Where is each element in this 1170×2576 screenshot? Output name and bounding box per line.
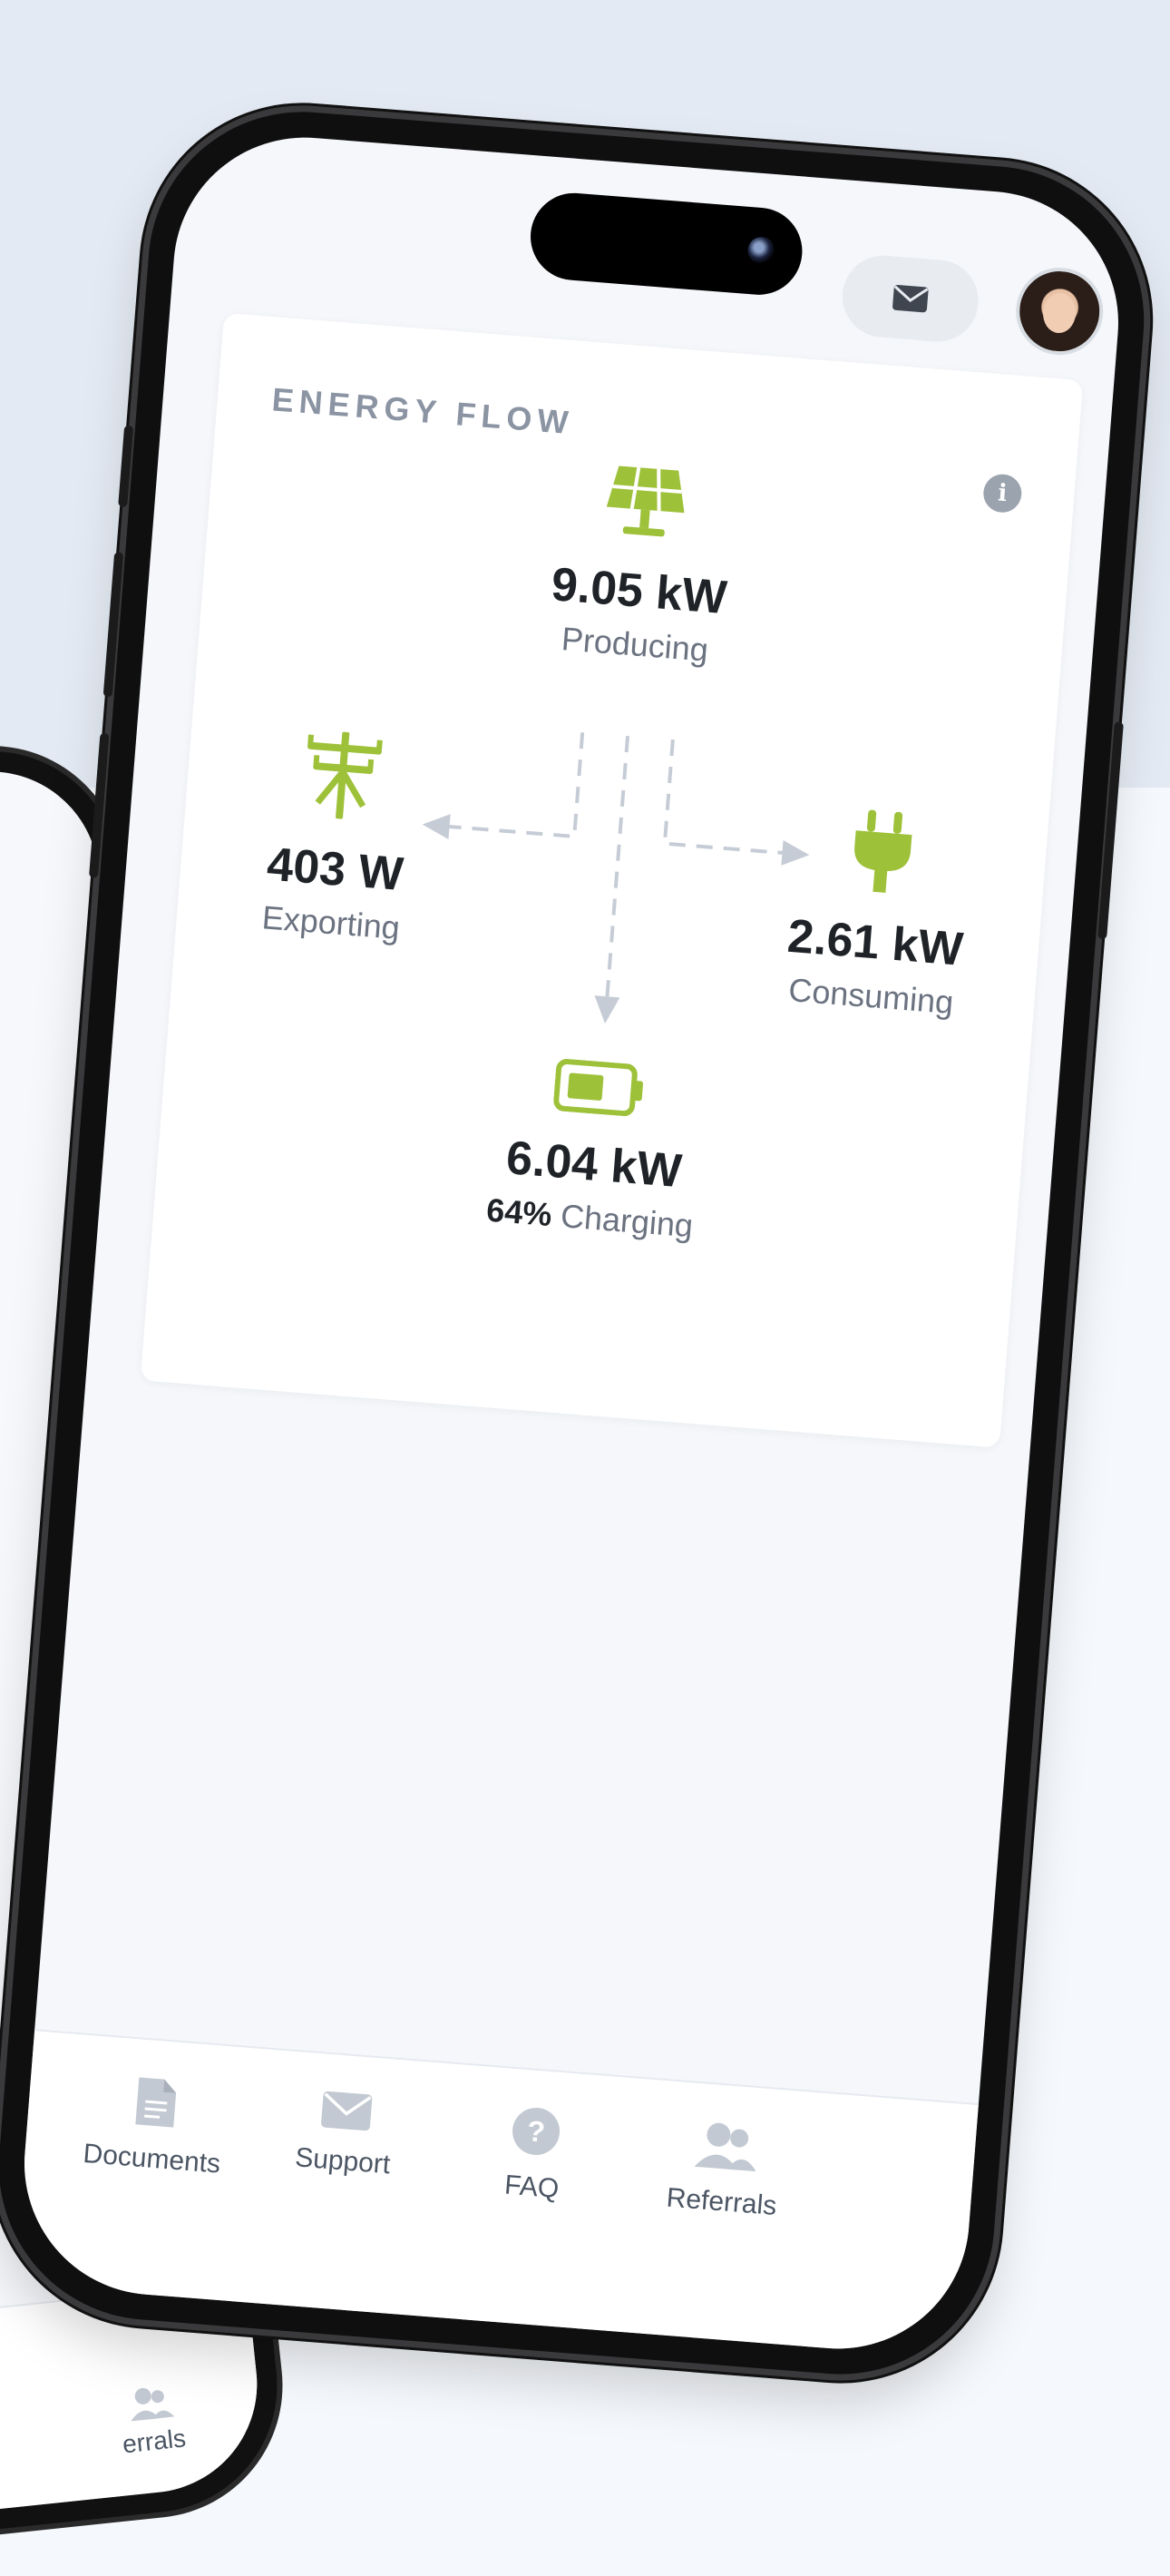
avatar[interactable] xyxy=(1012,264,1107,358)
dynamic-island xyxy=(527,190,806,299)
node-exporting: 403 W Exporting xyxy=(212,723,463,952)
messages-button[interactable] xyxy=(839,252,982,345)
charging-percent: 64% xyxy=(484,1190,553,1234)
consuming-value: 2.61 kW xyxy=(785,909,965,976)
svg-text:?: ? xyxy=(526,2114,546,2148)
people-icon xyxy=(694,2122,756,2172)
nav-item-support[interactable]: Support xyxy=(251,2085,439,2184)
plug-icon xyxy=(854,809,912,893)
camera-icon xyxy=(746,235,776,266)
phone-frame: ENERGY FLOW i 9.05 kW Producing 403 W Ex… xyxy=(0,100,1156,2386)
nav-label-documents: Documents xyxy=(82,2138,222,2179)
envelope-icon xyxy=(892,284,929,313)
mail-icon xyxy=(321,2091,373,2131)
nav-item-documents[interactable]: Documents xyxy=(60,2070,249,2181)
node-charging: 6.04 kW 64% Charging xyxy=(453,1051,737,1248)
energy-flow-card: ENERGY FLOW i 9.05 kW Producing 403 W Ex… xyxy=(140,312,1084,1448)
flow-line-charge xyxy=(605,735,630,999)
nav-label-referrals: Referrals xyxy=(665,2182,778,2221)
nav-label-support: Support xyxy=(294,2142,392,2180)
node-producing: 9.05 kW Producing xyxy=(498,454,785,674)
bottom-nav: Documents Support ? FAQ Referrals xyxy=(15,2029,979,2359)
nav-label-faq: FAQ xyxy=(503,2170,561,2205)
app-screen: ENERGY FLOW i 9.05 kW Producing 403 W Ex… xyxy=(15,127,1128,2359)
arrow-head-charge xyxy=(594,995,620,1024)
back-phone-nav-label: errals xyxy=(121,2424,188,2459)
document-icon xyxy=(135,2077,177,2128)
nav-item-referrals[interactable]: Referrals xyxy=(630,2115,819,2225)
exporting-value: 403 W xyxy=(265,837,405,902)
node-consuming: 2.61 kW Consuming xyxy=(752,802,1003,1025)
back-phone-nav-item-referrals[interactable]: errals xyxy=(94,2379,210,2462)
power-line-icon xyxy=(307,731,383,819)
battery-icon xyxy=(553,1059,644,1117)
nav-item-faq[interactable]: ? FAQ xyxy=(440,2100,629,2209)
question-icon: ? xyxy=(512,2107,561,2155)
flow-line-export xyxy=(447,732,585,839)
solar-panel-icon xyxy=(606,465,685,537)
people-icon xyxy=(131,2387,175,2422)
